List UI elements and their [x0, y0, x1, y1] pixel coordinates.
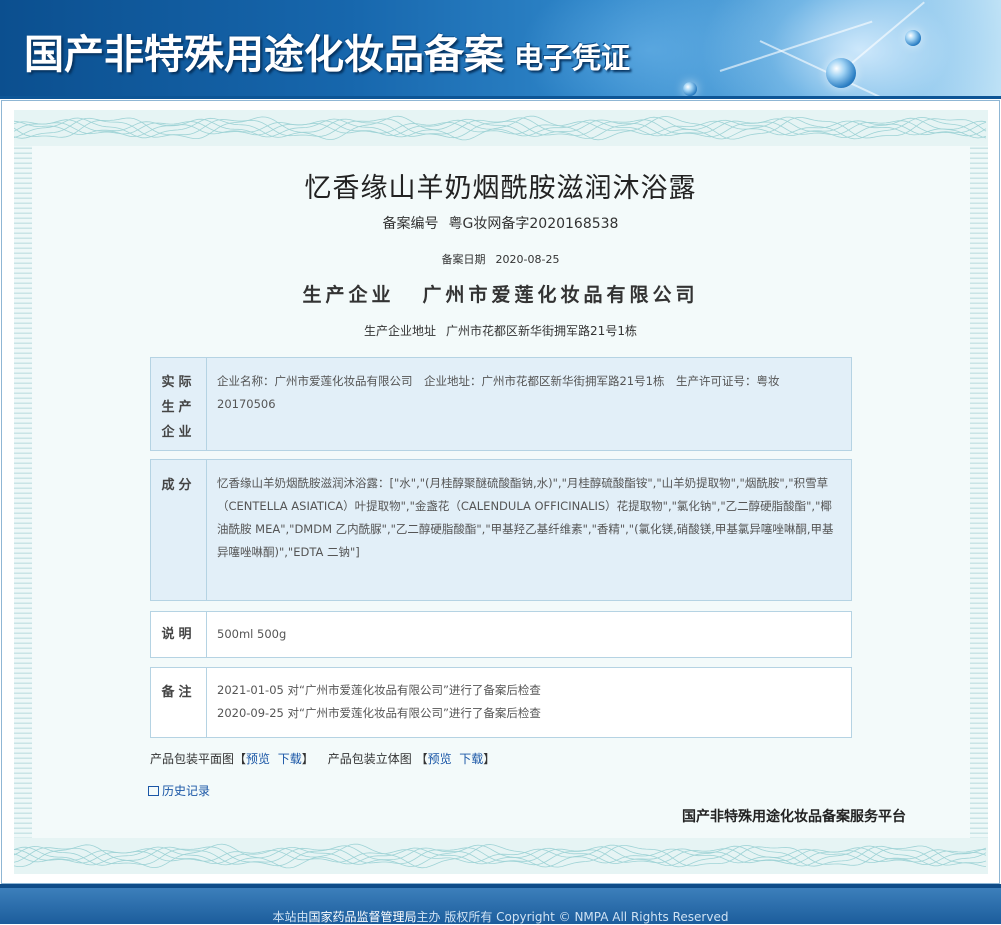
registration-number-value: 粤G妆网备字2020168538	[448, 216, 619, 232]
header-orb-decoration	[826, 58, 856, 88]
heading-line: 实际	[161, 375, 196, 390]
bracket: 【	[234, 752, 247, 766]
ingredients-section: 成分 忆香缘山羊奶烟酰胺滋润沐浴露：["水","(月桂醇聚醚硫酸酯钠,水)","…	[150, 459, 852, 601]
notes-section: 说明 500ml 500g	[150, 611, 852, 658]
flat-packaging-label: 产品包装平面图	[150, 752, 235, 766]
site-header: 国产非特殊用途化妆品备案 电子凭证	[0, 0, 1001, 96]
notes-text: 500ml 500g	[217, 627, 287, 641]
actual-producer-section: 实际 生产 企业 企业名称：广州市爱莲化妆品有限公司 企业地址：广州市花都区新华…	[150, 357, 852, 451]
actual-producer-heading: 实际 生产 企业	[151, 358, 207, 450]
flat-preview-link[interactable]: 预览	[246, 752, 270, 766]
packaging-downloads: 产品包装平面图【预览 下载】 产品包装立体图 【预览 下载】	[150, 750, 495, 767]
page-banner-title: 国产非特殊用途化妆品备案 电子凭证	[24, 22, 630, 80]
ingredients-heading: 成分	[151, 460, 207, 600]
site-footer: 本站由国家药品监督管理局主办 版权所有 Copyright © NMPA All…	[0, 884, 1001, 924]
guilloche-border-bottom	[14, 838, 988, 874]
history-link[interactable]: 历史记录	[148, 782, 210, 799]
product-name: 忆香缘山羊奶烟酰胺滋润沐浴露	[304, 173, 697, 204]
bracket: 】	[483, 752, 496, 766]
header-orb-decoration	[683, 82, 697, 96]
flat-download-link[interactable]: 下载	[278, 752, 302, 766]
platform-name: 国产非特殊用途化妆品备案服务平台	[682, 809, 906, 825]
actual-producer-details: 企业名称：广州市爱莲化妆品有限公司 企业地址：广州市花都区新华街拥军路21号1栋…	[217, 374, 780, 411]
producer-name: 广州市爱莲化妆品有限公司	[422, 284, 699, 306]
history-label[interactable]: 历史记录	[162, 784, 210, 798]
registration-date: 备案日期 2020-08-25	[0, 251, 1001, 267]
registration-date-value: 2020-08-25	[495, 253, 560, 266]
footer-prefix: 本站由	[272, 910, 309, 924]
bracket: 【	[415, 752, 428, 766]
notes-heading: 说明	[151, 612, 207, 657]
footer-suffix: 主办 版权所有 Copyright © NMPA All Rights Rese…	[416, 910, 729, 924]
remarks-section: 备注 2021-01-05 对“广州市爱莲化妆品有限公司”进行了备案后检查 20…	[150, 667, 852, 738]
solid-packaging-label: 产品包装立体图	[327, 752, 412, 766]
producer-address-label: 生产企业地址	[364, 324, 437, 338]
bracket: 】	[301, 752, 314, 766]
footer-agency: 国家药品监督管理局	[308, 910, 417, 924]
registration-date-label: 备案日期	[441, 253, 486, 266]
heading-line: 生产	[161, 400, 196, 415]
registration-number-label: 备案编号	[382, 216, 439, 232]
remarks-heading: 备注	[151, 668, 207, 737]
guilloche-border-top	[14, 110, 988, 146]
heading-line: 企业	[161, 425, 196, 440]
ingredients-list: 忆香缘山羊奶烟酰胺滋润沐浴露：["水","(月桂醇聚醚硫酸酯钠,水)","月桂醇…	[217, 476, 834, 559]
registration-number: 备案编号 粤G妆网备字2020168538	[0, 213, 1001, 233]
producer-address: 生产企业地址 广州市花都区新华街拥军路21号1栋	[0, 322, 1001, 339]
producer-address-value: 广州市花都区新华街拥军路21号1栋	[446, 324, 637, 338]
footer-copyright: 本站由国家药品监督管理局主办 版权所有 Copyright © NMPA All…	[0, 908, 1001, 925]
producer: 生产企业 广州市爱莲化妆品有限公司	[0, 280, 1001, 307]
banner-subtitle: 电子凭证	[514, 41, 631, 75]
remark-line: 2020-09-25 对“广州市爱莲化妆品有限公司”进行了备案后检查	[217, 706, 541, 720]
banner-main-title: 国产非特殊用途化妆品备案	[24, 32, 504, 78]
history-icon	[148, 786, 159, 796]
header-divider	[0, 96, 1001, 99]
solid-download-link[interactable]: 下载	[459, 752, 483, 766]
header-orb-decoration	[905, 30, 921, 46]
producer-label: 生产企业	[302, 284, 395, 306]
solid-preview-link[interactable]: 预览	[428, 752, 452, 766]
remarks-text: 2021-01-05 对“广州市爱莲化妆品有限公司”进行了备案后检查 2020-…	[217, 679, 837, 725]
remark-line: 2021-01-05 对“广州市爱莲化妆品有限公司”进行了备案后检查	[217, 683, 541, 697]
